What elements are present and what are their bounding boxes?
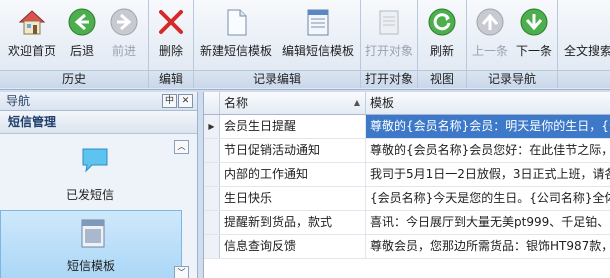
ribbon-toolbar: 欢迎首页 后退 前进 历史 删除 编辑 新建短信模板 编辑短信模板 记录编辑 打… [0, 0, 610, 90]
search-caption [558, 70, 610, 88]
chat-bubble-icon [82, 148, 108, 173]
table-row[interactable]: 节日促销活动通知 尊敬的{会员名称}会员您好：在此佳节之际， [204, 139, 610, 163]
cell-template[interactable]: 尊敬会员，您那边所需货品：银饰HT987款， [366, 235, 610, 258]
edit-group: 删除 编辑 [149, 0, 194, 88]
table-row[interactable]: 提醒新到货品，款式 喜讯：今日展厅到大量无美pt999、千足铂、只 [204, 211, 610, 235]
nav-item-sms-template[interactable]: 短信模板 [0, 210, 182, 278]
new-document-icon [227, 9, 247, 36]
forward-button[interactable]: 前进 [102, 2, 146, 68]
next-record-button[interactable]: 下一条 [513, 2, 555, 68]
full-text-search-button[interactable]: 全文搜索 [558, 2, 610, 68]
previous-record-button[interactable]: 上一条 [469, 2, 511, 68]
cell-template[interactable]: 尊敬的{会员名称}会员：明天是你的生日，{公 [366, 115, 610, 138]
table-row[interactable]: 内部的工作通知 我司于5月1日一2日放假，3日正式上班，请各 [204, 163, 610, 187]
table-row[interactable]: ▶ 会员生日提醒 尊敬的{会员名称}会员：明天是你的生日，{公 [204, 115, 610, 139]
scroll-down-icon[interactable]: ﹀ [174, 266, 189, 278]
record-edit-caption: 记录编辑 [194, 70, 360, 88]
search-group: 全文搜索 [558, 0, 610, 88]
record-edit-group: 新建短信模板 编辑短信模板 记录编辑 [194, 0, 361, 88]
record-nav-group: 上一条 下一条 记录导航 [467, 0, 558, 88]
cell-name[interactable]: 生日快乐 [220, 187, 366, 210]
back-arrow-icon [68, 8, 96, 36]
table-row[interactable]: 信息查询反馈 尊敬会员，您那边所需货品：银饰HT987款， [204, 235, 610, 259]
cell-name[interactable]: 会员生日提醒 [220, 115, 366, 138]
column-header-template[interactable]: 模板 [366, 92, 610, 114]
open-object-group: 打开对象 打开对象 [361, 0, 418, 88]
cell-template[interactable]: {会员名称}今天是您的生日。{公司名称}全体 [366, 187, 610, 210]
row-indicator [204, 211, 220, 234]
row-indicator [204, 139, 220, 162]
nav-item-sent-sms[interactable]: 已发短信 [0, 142, 180, 204]
cell-name[interactable]: 信息查询反馈 [220, 235, 366, 258]
refresh-button[interactable]: 刷新 [418, 2, 466, 68]
cell-template[interactable]: 我司于5月1日一2日放假，3日正式上班，请各 [366, 163, 610, 186]
down-arrow-icon [520, 8, 548, 36]
nav-section-sms[interactable]: 短信管理 [0, 111, 197, 134]
view-caption: 视图 [418, 70, 466, 88]
nav-title: 导航 [6, 94, 31, 108]
edit-caption: 编辑 [149, 70, 193, 88]
cell-name[interactable]: 节日促销活动通知 [220, 139, 366, 162]
sort-ascending-icon: ▲ [353, 98, 360, 107]
welcome-home-button[interactable]: 欢迎首页 [2, 2, 62, 68]
history-group: 欢迎首页 后退 前进 历史 [0, 0, 149, 88]
grid-header: 名称 ▲ 模板 [204, 92, 610, 115]
forward-arrow-icon [110, 8, 138, 36]
close-icon[interactable]: ✕ [178, 94, 193, 108]
cell-template[interactable]: 尊敬的{会员名称}会员您好：在此佳节之际， [366, 139, 610, 162]
open-object-button[interactable]: 打开对象 [361, 2, 417, 68]
nav-items: ︿ 已发短信 短信模板 ﹀ [0, 134, 197, 278]
back-button[interactable]: 后退 [62, 2, 102, 68]
home-icon [18, 10, 46, 35]
new-sms-template-button[interactable]: 新建短信模板 [196, 2, 276, 68]
document-template-icon [81, 219, 105, 248]
delete-button[interactable]: 删除 [149, 2, 193, 68]
view-group: 刷新 视图 [418, 0, 467, 88]
current-row-indicator-icon: ▶ [204, 115, 220, 138]
open-object-caption: 打开对象 [361, 70, 417, 88]
row-indicator [204, 235, 220, 258]
table-row[interactable]: 生日快乐 {会员名称}今天是您的生日。{公司名称}全体 [204, 187, 610, 211]
row-indicator [204, 163, 220, 186]
cell-name[interactable]: 提醒新到货品，款式 [220, 211, 366, 234]
column-header-name[interactable]: 名称 ▲ [220, 92, 366, 114]
edit-form-icon [307, 9, 329, 36]
history-caption: 历史 [0, 70, 148, 88]
pin-icon[interactable]: 中 [162, 94, 177, 108]
open-object-icon [379, 10, 399, 35]
nav-header: 导航 中 ✕ [0, 92, 197, 111]
edit-sms-template-button[interactable]: 编辑短信模板 [278, 2, 358, 68]
record-nav-caption: 记录导航 [467, 70, 557, 88]
template-grid: 名称 ▲ 模板 ▶ 会员生日提醒 尊敬的{会员名称}会员：明天是你的生日，{公 … [203, 92, 610, 278]
row-indicator [204, 187, 220, 210]
delete-x-icon [159, 10, 183, 34]
header-indicator [204, 92, 220, 114]
navigation-pane: 导航 中 ✕ 短信管理 ︿ 已发短信 短信模板 ﹀ [0, 92, 198, 278]
cell-template[interactable]: 喜讯：今日展厅到大量无美pt999、千足铂、只 [366, 211, 610, 234]
cell-name[interactable]: 内部的工作通知 [220, 163, 366, 186]
refresh-icon [428, 8, 456, 36]
up-arrow-icon [476, 8, 504, 36]
